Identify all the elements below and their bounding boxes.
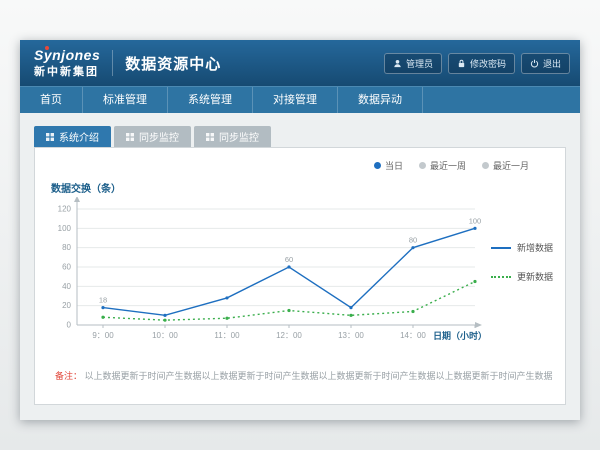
svg-text:13：00: 13：00 (338, 331, 364, 340)
page-background: Synjones 新中新集团 数据资源中心 管理员 修改密码 (0, 0, 600, 450)
legend-item-updated-data[interactable]: 更新数据 (491, 270, 553, 283)
admin-user-button[interactable]: 管理员 (384, 53, 442, 74)
filter-today[interactable]: 当日 (374, 159, 403, 172)
svg-text:日期（小时）: 日期（小时） (433, 330, 487, 341)
legend-dot-icon (419, 162, 426, 169)
svg-text:80: 80 (62, 243, 71, 252)
admin-user-label: 管理员 (406, 57, 433, 70)
line-swatch-icon (491, 247, 511, 249)
series-label: 更新数据 (517, 270, 553, 283)
logout-label: 退出 (543, 57, 561, 70)
svg-text:20: 20 (62, 301, 71, 310)
logo-text: Synjones (34, 48, 100, 62)
page-title: 数据资源中心 (125, 53, 221, 74)
svg-text:9：00: 9：00 (92, 331, 114, 340)
tab-label: 同步监控 (219, 129, 259, 144)
power-icon (530, 59, 539, 68)
nav-item-data-change[interactable]: 数据异动 (338, 87, 423, 113)
svg-text:100: 100 (469, 216, 482, 225)
svg-text:14：00: 14：00 (400, 331, 426, 340)
tab-label: 系统介绍 (59, 129, 99, 144)
line-chart: 0 20 40 60 80 100 120 9：00 10：00 11：00 12：00 13：00 1… (47, 197, 489, 355)
svg-text:60: 60 (62, 263, 71, 272)
chart-row: 0 20 40 60 80 100 120 9：00 10：00 11：00 12：00 13：00 1… (47, 197, 553, 355)
filter-last-month[interactable]: 最近一月 (482, 159, 529, 172)
tab-sync-monitor-1[interactable]: 同步监控 (114, 126, 191, 147)
series-label: 新增数据 (517, 241, 553, 254)
change-password-button[interactable]: 修改密码 (448, 53, 515, 74)
series-legend: 新增数据 更新数据 (491, 241, 553, 283)
main-nav: 首页 标准管理 系统管理 对接管理 数据异动 (20, 86, 580, 113)
line-swatch-icon (491, 276, 511, 278)
footnote: 备注： 以上数据更新于时间产生数据以上数据更新于时间产生数据以上数据更新于时间产… (55, 369, 553, 382)
time-filter-legend: 当日 最近一周 最近一月 (47, 159, 529, 172)
lock-icon (457, 59, 466, 68)
tab-sync-monitor-2[interactable]: 同步监控 (194, 126, 271, 147)
nav-item-standard-mgmt[interactable]: 标准管理 (83, 87, 168, 113)
legend-item-new-data[interactable]: 新增数据 (491, 241, 553, 254)
tab-bar: 系统介绍 同步监控 同步监控 (34, 126, 566, 147)
company-logo[interactable]: Synjones 新中新集团 (34, 48, 100, 79)
svg-text:120: 120 (58, 205, 72, 214)
svg-text:60: 60 (285, 255, 293, 264)
app-window: Synjones 新中新集团 数据资源中心 管理员 修改密码 (20, 40, 580, 420)
chart-panel: 当日 最近一周 最近一月 数据交换（条） 0 20 40 60 80 100 120 9：00… (34, 147, 566, 405)
app-header: Synjones 新中新集团 数据资源中心 管理员 修改密码 (20, 40, 580, 86)
filter-last-week[interactable]: 最近一周 (419, 159, 466, 172)
svg-text:11：00: 11：00 (214, 331, 240, 340)
tab-label: 同步监控 (139, 129, 179, 144)
nav-item-connection-mgmt[interactable]: 对接管理 (253, 87, 338, 113)
chart-y-axis-title: 数据交换（条） (51, 180, 553, 195)
svg-text:12：00: 12：00 (276, 331, 302, 340)
user-icon (393, 59, 402, 68)
svg-text:40: 40 (62, 282, 71, 291)
svg-text:100: 100 (58, 224, 72, 233)
svg-text:0: 0 (67, 320, 72, 329)
filter-label: 最近一月 (493, 159, 529, 172)
logo-red-dot-icon (45, 46, 49, 50)
nav-item-system-mgmt[interactable]: 系统管理 (168, 87, 253, 113)
grid-icon (126, 133, 134, 141)
grid-icon (206, 133, 214, 141)
footnote-text: 以上数据更新于时间产生数据以上数据更新于时间产生数据以上数据更新于时间产生数据以… (85, 371, 553, 381)
legend-dot-icon (374, 162, 381, 169)
header-actions: 管理员 修改密码 退出 (384, 53, 570, 74)
logo-subtitle: 新中新集团 (34, 63, 100, 79)
header-divider (112, 50, 113, 76)
nav-item-home[interactable]: 首页 (20, 87, 83, 113)
svg-text:18: 18 (99, 296, 107, 305)
tab-system-intro[interactable]: 系统介绍 (34, 126, 111, 147)
legend-dot-icon (482, 162, 489, 169)
svg-text:80: 80 (409, 236, 417, 245)
logout-button[interactable]: 退出 (521, 53, 570, 74)
svg-text:10：00: 10：00 (152, 331, 178, 340)
content-area: 系统介绍 同步监控 同步监控 (20, 113, 580, 405)
filter-label: 当日 (385, 159, 403, 172)
filter-label: 最近一周 (430, 159, 466, 172)
change-password-label: 修改密码 (470, 57, 506, 70)
grid-icon (46, 133, 54, 141)
footnote-label: 备注： (55, 371, 82, 381)
